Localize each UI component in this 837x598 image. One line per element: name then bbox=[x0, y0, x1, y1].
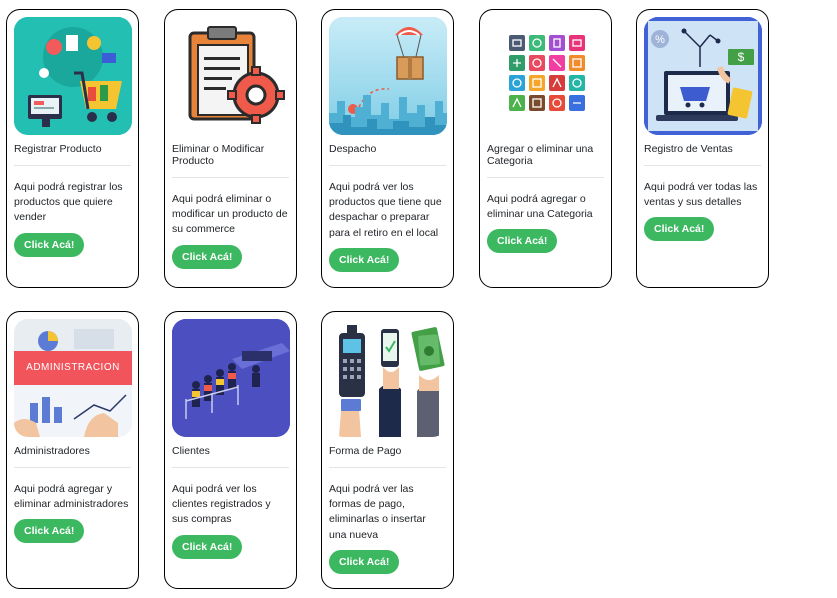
divider bbox=[14, 467, 131, 468]
card-registro-ventas: $ % Registro de Ventas Aqui podrá ver to… bbox=[636, 9, 769, 288]
click-button[interactable]: Click Acá! bbox=[14, 232, 85, 257]
click-button[interactable]: Click Acá! bbox=[487, 229, 558, 254]
divider bbox=[329, 467, 446, 468]
shopping-register-icon bbox=[14, 17, 132, 135]
divider bbox=[329, 165, 446, 166]
card-forma-pago: Forma de Pago Aqui podrá ver las formas … bbox=[321, 311, 454, 589]
click-button[interactable]: Click Acá! bbox=[14, 519, 85, 544]
click-button[interactable]: Click Acá! bbox=[644, 217, 715, 242]
card-title: Registro de Ventas bbox=[644, 143, 733, 155]
click-button[interactable]: Click Acá! bbox=[329, 247, 400, 272]
card-title: Eliminar o Modificar Producto bbox=[172, 143, 265, 167]
customers-queue-icon bbox=[172, 319, 290, 437]
svg-text:$: $ bbox=[738, 50, 745, 64]
card-title: Despacho bbox=[329, 143, 377, 155]
divider bbox=[487, 177, 604, 178]
card-eliminar-modificar: Eliminar o Modificar Producto Aqui podrá… bbox=[164, 9, 297, 288]
click-button[interactable]: Click Acá! bbox=[172, 534, 243, 559]
click-button[interactable]: Click Acá! bbox=[172, 244, 243, 269]
card-description: Aqui podrá agregar o eliminar una Catego… bbox=[487, 193, 593, 221]
divider bbox=[172, 467, 289, 468]
card-categoria: Agregar o eliminar una Categoria Aqui po… bbox=[479, 9, 612, 288]
payment-methods-icon bbox=[329, 319, 447, 437]
parachute-package-icon bbox=[329, 17, 447, 135]
clipboard-gear-icon bbox=[172, 17, 290, 135]
click-button[interactable]: Click Acá! bbox=[329, 549, 400, 574]
card-despacho: Despacho Aqui podrá ver los productos qu… bbox=[321, 9, 454, 288]
category-grid-icon bbox=[487, 17, 605, 135]
card-title: Registrar Producto bbox=[14, 143, 102, 155]
divider bbox=[172, 177, 289, 178]
divider bbox=[644, 165, 761, 166]
sales-laptop-icon: $ % bbox=[644, 17, 762, 135]
card-registrar-producto: Registrar Producto Aqui podrá registrar … bbox=[6, 9, 139, 288]
card-description: Aqui podrá agregar y eliminar administra… bbox=[14, 483, 129, 511]
divider bbox=[14, 165, 131, 166]
card-clientes: Clientes Aqui podrá ver los clientes reg… bbox=[164, 311, 297, 589]
card-administradores: ADMINISTRACION Administradores Aqui podr… bbox=[6, 311, 139, 589]
card-description: Aqui podrá ver las formas de pago, elimi… bbox=[329, 483, 426, 541]
card-description: Aqui podrá eliminar o modificar un produ… bbox=[172, 193, 288, 236]
card-title: Forma de Pago bbox=[329, 445, 402, 457]
card-description: Aqui podrá ver los clientes registrados … bbox=[172, 483, 271, 526]
card-title: Clientes bbox=[172, 445, 210, 457]
card-description: Aqui podrá ver los productos que tiene q… bbox=[329, 181, 442, 239]
administration-banner-icon: ADMINISTRACION bbox=[14, 319, 132, 437]
svg-text:%: % bbox=[655, 34, 665, 46]
card-title: Administradores bbox=[14, 445, 90, 457]
card-description: Aqui podrá ver todas las ventas y sus de… bbox=[644, 181, 758, 209]
card-title: Agregar o eliminar una Categoria bbox=[487, 143, 594, 167]
banner-text: ADMINISTRACION bbox=[26, 362, 120, 373]
card-description: Aqui podrá registrar los productos que q… bbox=[14, 181, 123, 224]
